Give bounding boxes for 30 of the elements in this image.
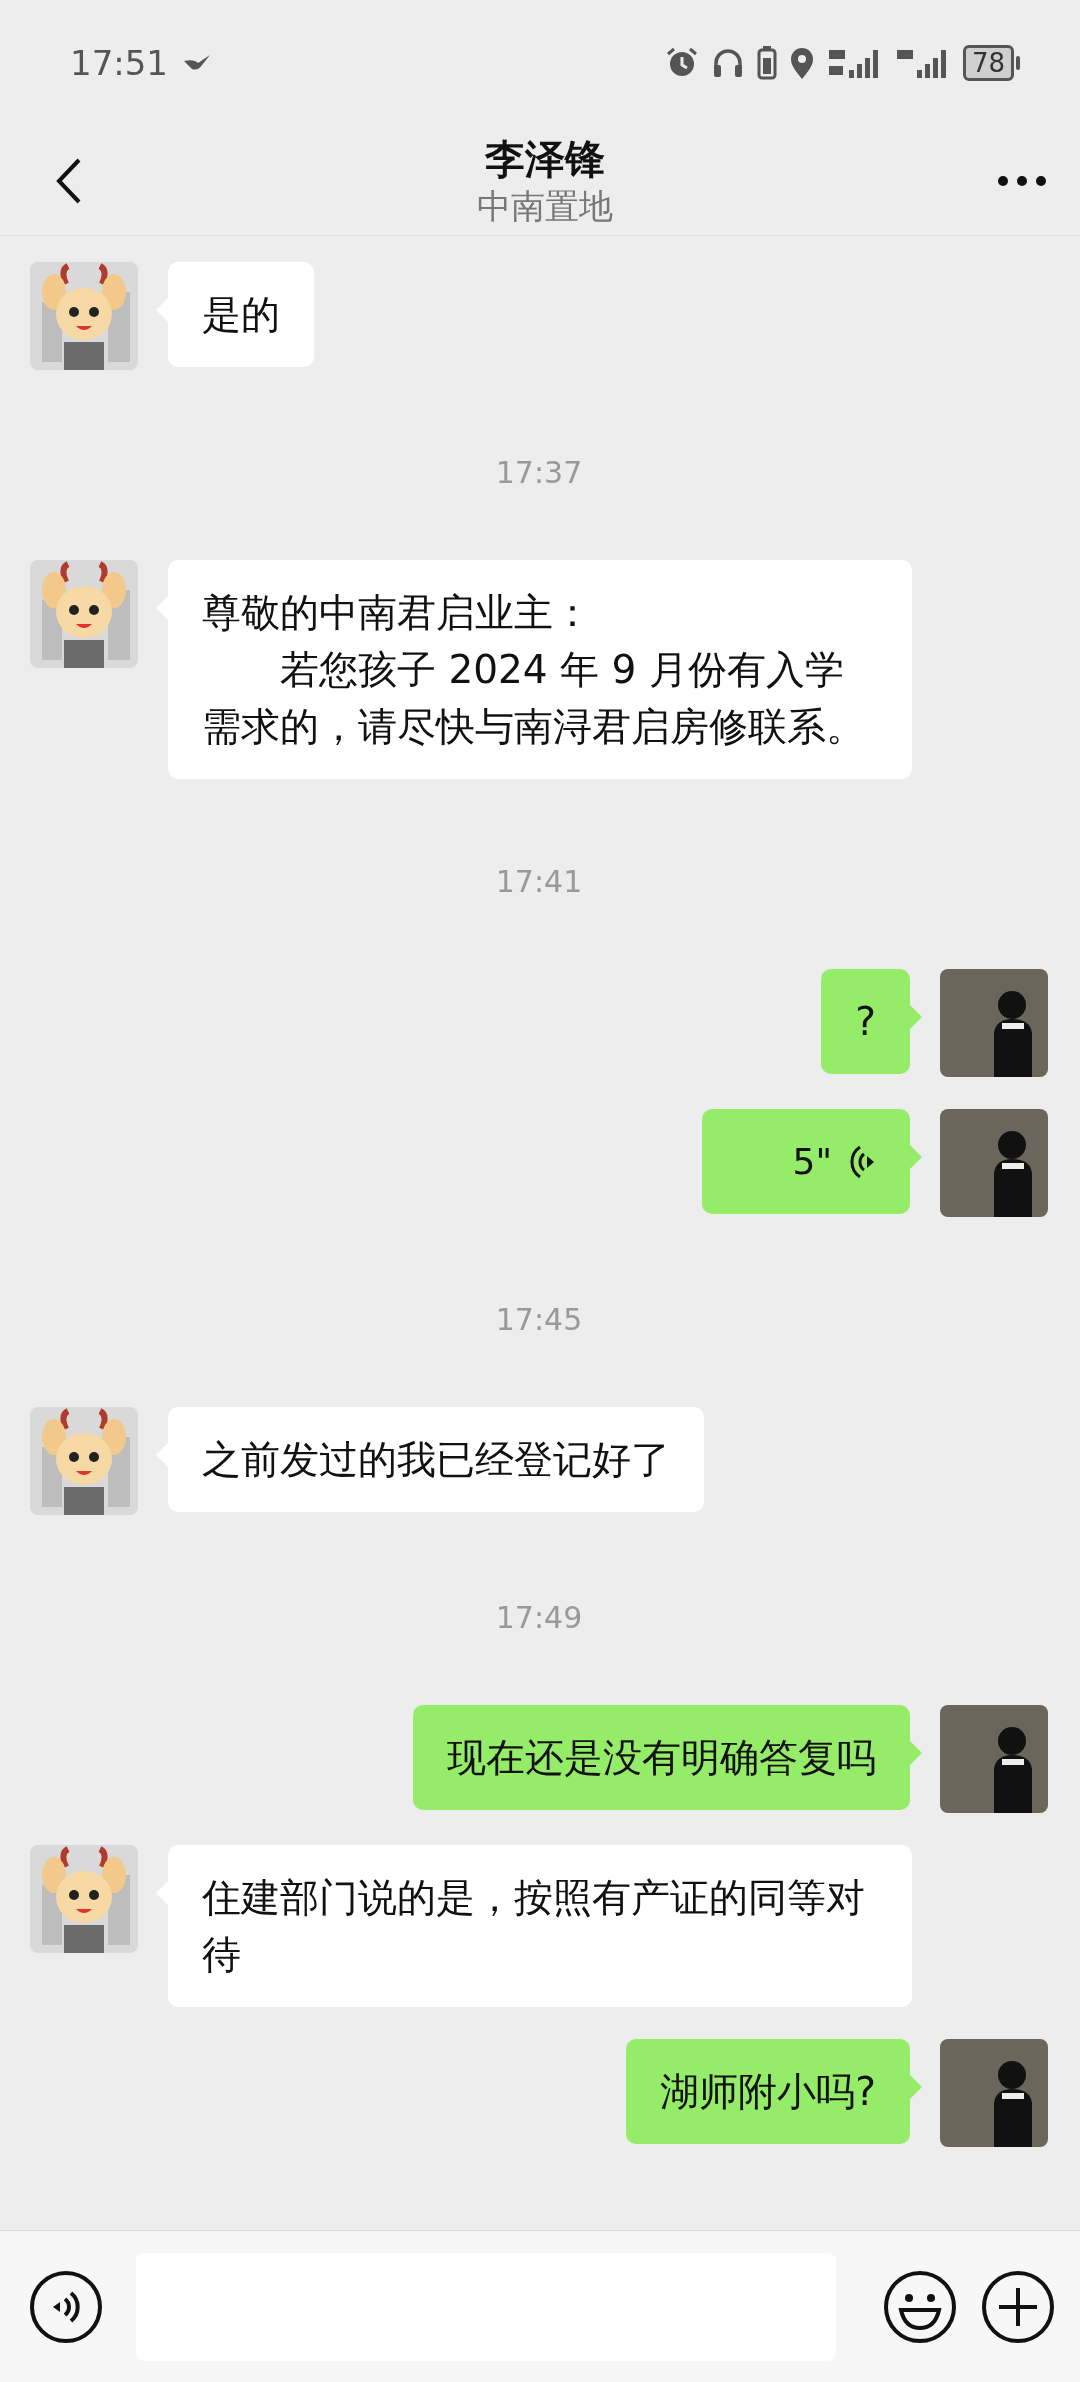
message-bubble[interactable]: 现在还是没有明确答复吗 [413,1705,910,1810]
message-timestamp: 17:49 [495,1599,583,1637]
clock-time: 17:51 [70,43,168,83]
message-timestamp: 17:41 [495,863,583,901]
add-button[interactable] [980,2268,1056,2345]
message-text: 是的 [202,291,280,339]
message-timestamp: 17:45 [495,1301,583,1339]
battery-saver-icon [756,46,777,80]
message-text: 若您孩子 2024 年 9 月份有入学需求的，请尽快与南浔君启房修联系。 [202,646,866,751]
message-bubble[interactable]: 湖师附小吗? [626,2039,910,2144]
message-text: 湖师附小吗? [660,2068,876,2116]
message-text: ? [855,998,876,1046]
message-text: 住建部门说的是，按照有产证的同等对待 [202,1874,866,1979]
contact-name: 李泽锋 [485,134,605,184]
emoji-button[interactable] [882,2268,958,2345]
message-bubble[interactable]: 之前发过的我已经登记好了 [168,1407,704,1512]
message-text: 现在还是没有明确答复吗 [447,1734,876,1782]
voice-message[interactable]: 5" [702,1109,910,1214]
message-bubble[interactable]: ? [821,969,910,1074]
message-timestamp: 17:37 [495,454,583,492]
contact-company: 中南置地 [477,184,613,228]
message-text: 之前发过的我已经登记好了 [202,1436,670,1484]
location-icon [788,46,815,80]
battery-level: 78 [962,45,1014,81]
message-bubble[interactable]: 住建部门说的是，按照有产证的同等对待 [168,1845,912,2007]
message-bubble[interactable]: 是的 [168,262,314,367]
voice-input-button[interactable] [28,2268,104,2345]
more-icon[interactable] [997,174,1047,187]
message-bubble[interactable]: 尊敬的中南君启业主： 若您孩子 2024 年 9 月份有入学需求的，请尽快与南浔君启房修联系。 [168,560,912,779]
message-text: 尊敬的中南君启业主： [202,589,593,637]
